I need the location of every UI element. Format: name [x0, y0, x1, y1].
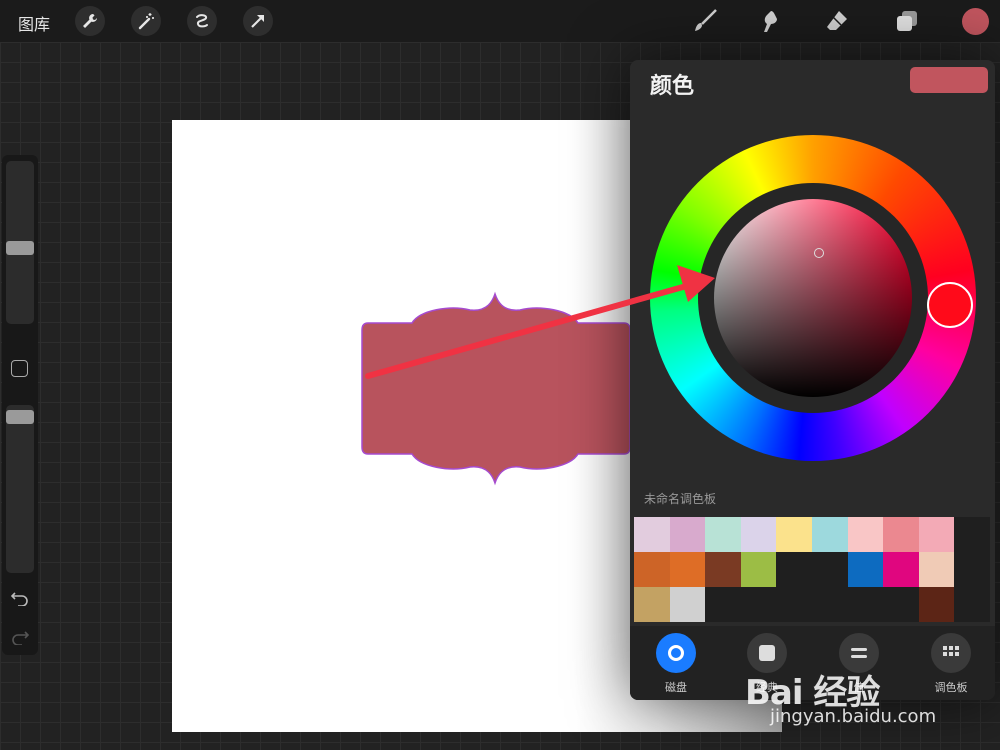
annotation-arrow: [365, 282, 693, 379]
annotation-arrowhead: [677, 265, 715, 302]
watermark-url: jingyan.baidu.com: [770, 706, 937, 727]
annotation-layer: [365, 265, 715, 379]
